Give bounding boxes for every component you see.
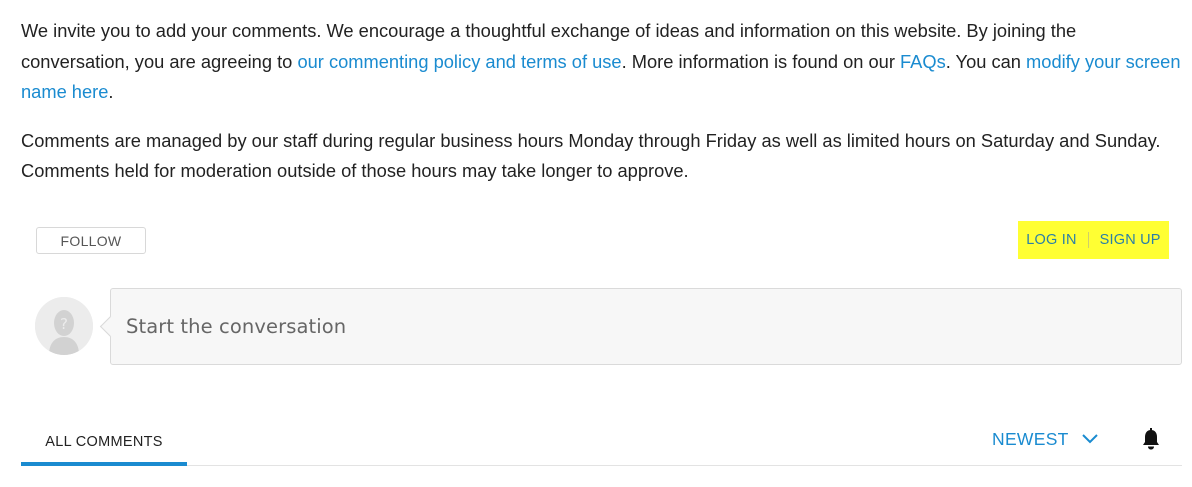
comment-input[interactable]: Start the conversation: [110, 288, 1182, 365]
faqs-link[interactable]: FAQs: [900, 51, 946, 72]
intro-paragraph-1: We invite you to add your comments. We e…: [21, 16, 1181, 108]
follow-button[interactable]: FOLLOW: [36, 227, 146, 254]
tabs-divider: [21, 465, 1182, 466]
chevron-down-icon: [1081, 434, 1098, 444]
svg-text:?: ?: [60, 315, 68, 333]
intro-text-2: . More information is found on our: [621, 50, 901, 72]
commenting-intro: We invite you to add your comments. We e…: [21, 16, 1181, 187]
sort-dropdown[interactable]: NEWEST: [992, 428, 1099, 450]
auth-divider: [1087, 232, 1089, 248]
default-avatar-icon: ?: [35, 297, 93, 355]
tab-all-comments[interactable]: ALL COMMENTS: [21, 425, 187, 466]
bell-icon[interactable]: [1141, 428, 1161, 450]
intro-paragraph-2: Comments are managed by our staff during…: [21, 129, 1161, 182]
log-in-link[interactable]: LOG IN: [1026, 232, 1076, 248]
sign-up-link[interactable]: SIGN UP: [1100, 232, 1161, 248]
intro-text-3: . You can: [945, 50, 1027, 72]
sort-label: NEWEST: [992, 428, 1069, 449]
auth-links: LOG IN SIGN UP: [1018, 221, 1169, 259]
commenting-policy-link[interactable]: our commenting policy and terms of use: [297, 51, 621, 72]
intro-text-4: .: [108, 81, 114, 102]
